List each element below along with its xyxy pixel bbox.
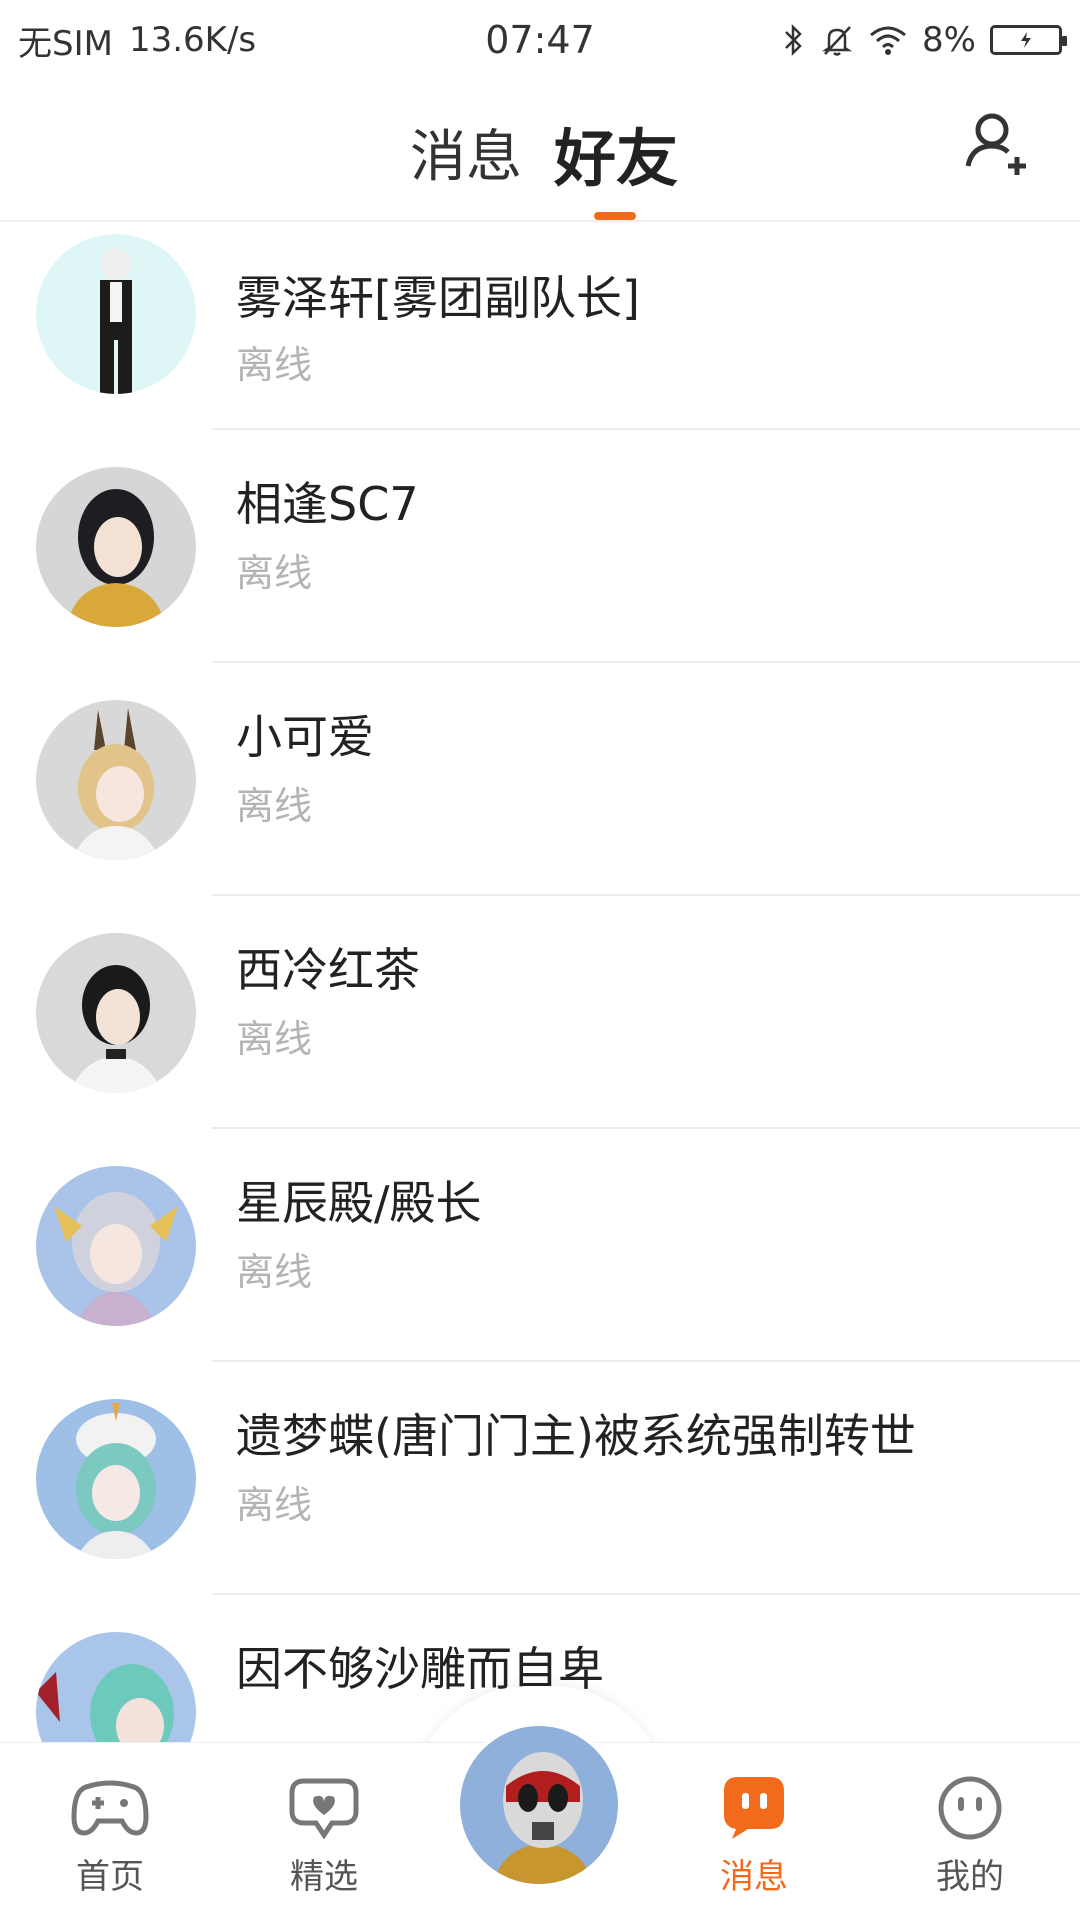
nav-messages[interactable]: 消息 [674, 1773, 834, 1898]
avatar [36, 932, 196, 1093]
mute-bell-icon [820, 22, 854, 58]
friend-row[interactable]: 雾泽轩[雾团副队长] 离线 [0, 222, 1080, 430]
add-friend-button[interactable] [962, 108, 1032, 178]
friend-row[interactable]: 西冷红茶 离线 [0, 896, 1080, 1129]
nav-home[interactable]: 首页 [30, 1773, 190, 1898]
smiley-icon [938, 1776, 1002, 1840]
avatar [36, 699, 196, 860]
avatar [36, 234, 196, 394]
center-avatar-button[interactable] [456, 1722, 622, 1888]
nav-featured[interactable]: 精选 [244, 1773, 404, 1898]
friend-status: 离线 [236, 343, 313, 387]
friend-status: 离线 [236, 1250, 313, 1294]
friend-row[interactable]: 小可爱 离线 [0, 663, 1080, 896]
nav-featured-label: 精选 [290, 1857, 358, 1897]
status-bar: 无SIM 13.6K/s 07:47 8% [0, 0, 1080, 80]
friend-name: 星辰殿/殿长 [236, 1176, 482, 1230]
network-speed: 13.6K/s [128, 20, 257, 60]
friend-row[interactable]: 遗梦蝶(唐门门主)被系统强制转世 离线 [0, 1362, 1080, 1595]
header: 消息 好友 [0, 80, 1080, 222]
avatar [36, 1398, 196, 1559]
friend-name: 西冷红茶 [236, 943, 420, 997]
add-person-icon [965, 113, 1026, 175]
active-tab-indicator [594, 212, 636, 220]
wifi-icon [868, 23, 908, 57]
avatar [36, 1631, 196, 1742]
bluetooth-icon [782, 22, 806, 58]
tab-friends[interactable]: 好友 [554, 108, 678, 198]
friend-name: 雾泽轩[雾团副队长] [236, 271, 640, 325]
friend-name: 小可爱 [236, 710, 374, 764]
friend-status: 离线 [236, 1017, 313, 1061]
battery-percent: 8% [922, 20, 976, 60]
friend-row[interactable]: 相逢SC7 离线 [0, 430, 1080, 663]
friend-status: 离线 [236, 1483, 313, 1527]
message-bubble-icon [724, 1777, 784, 1839]
carrier-text: 无SIM [18, 23, 113, 64]
nav-messages-label: 消息 [720, 1857, 788, 1897]
tab-messages[interactable]: 消息 [410, 112, 522, 193]
friend-status: 离线 [236, 551, 313, 595]
status-left: 无SIM 13.6K/s [18, 16, 256, 65]
friend-list: 雾泽轩[雾团副队长] 离线 相逢SC7 离线 小可爱 离线 西冷红茶 离线 星辰… [0, 222, 1080, 1742]
friend-name: 遗梦蝶(唐门门主)被系统强制转世 [236, 1409, 916, 1463]
nav-mine[interactable]: 我的 [890, 1773, 1050, 1898]
battery-icon [990, 25, 1067, 55]
friend-status: 离线 [236, 784, 313, 828]
nav-home-label: 首页 [76, 1857, 144, 1897]
gamepad-icon [71, 1780, 149, 1836]
avatar [36, 1165, 196, 1326]
avatar [36, 466, 196, 627]
status-right: 8% [782, 20, 1067, 60]
nav-mine-label: 我的 [936, 1857, 1004, 1897]
friend-row[interactable]: 星辰殿/殿长 离线 [0, 1129, 1080, 1362]
heart-chat-icon [289, 1778, 359, 1840]
friend-name: 相逢SC7 [236, 477, 419, 531]
